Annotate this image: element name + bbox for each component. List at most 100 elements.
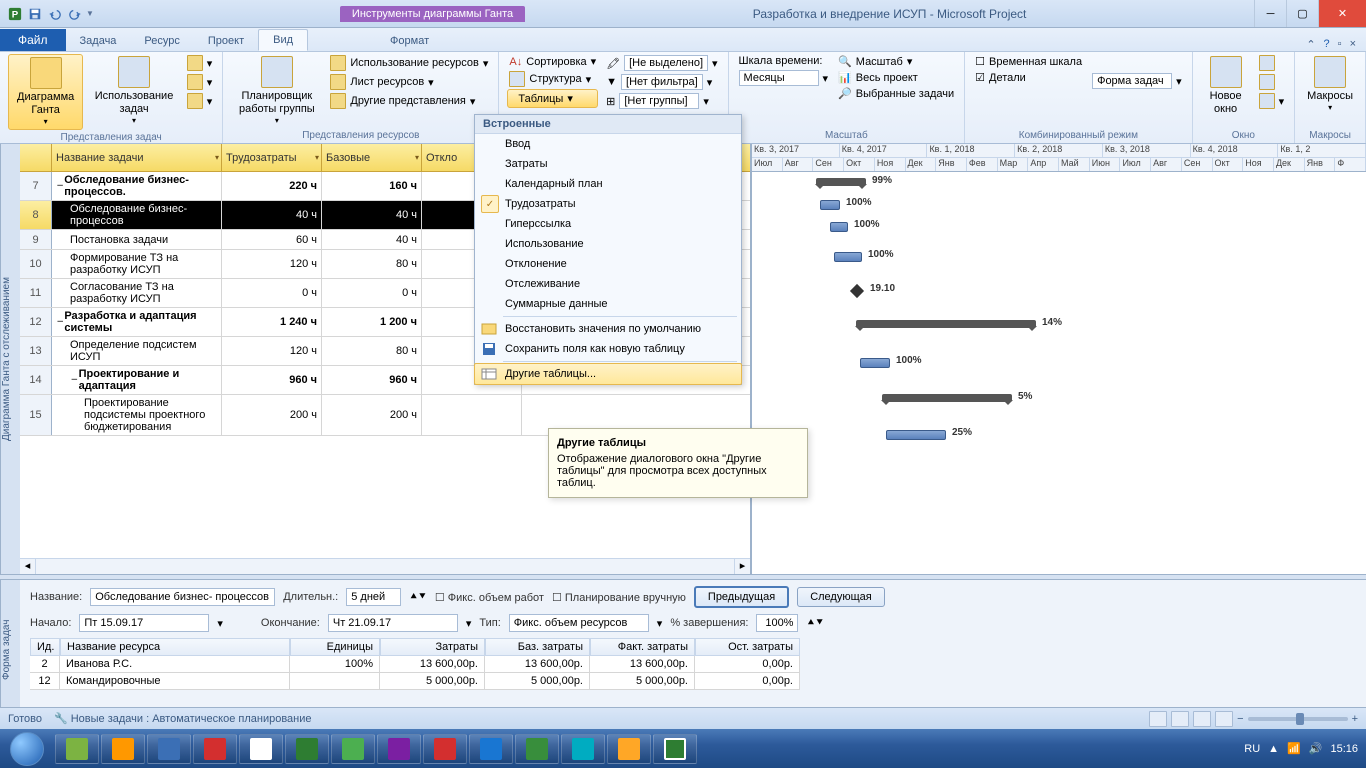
next-button[interactable]: Следующая xyxy=(797,587,885,607)
outline-button[interactable]: Структура ▾ xyxy=(507,70,598,88)
team-planner-button[interactable]: Планировщик работы группы▾ xyxy=(231,54,322,128)
network-diagram-button[interactable]: ▾ xyxy=(185,54,215,72)
view-tab[interactable]: Вид xyxy=(258,29,308,51)
macros-button[interactable]: Макросы▾ xyxy=(1303,54,1357,115)
rsrc-col-bcost[interactable]: Баз. затраты xyxy=(485,638,590,656)
help-icon[interactable]: ? xyxy=(1324,38,1330,51)
menu-item-more-tables[interactable]: Другие таблицы... xyxy=(474,363,742,385)
tray-time[interactable]: 15:16 xyxy=(1330,743,1358,755)
task-usage-button[interactable]: Использование задач▾ xyxy=(89,54,178,128)
previous-button[interactable]: Предыдущая xyxy=(694,586,789,608)
taskbar-app[interactable] xyxy=(423,734,467,764)
taskbar-app[interactable] xyxy=(193,734,237,764)
manual-schedule-checkbox[interactable]: ☐ Планирование вручную xyxy=(552,591,686,604)
menu-item-save-as[interactable]: Сохранить поля как новую таблицу xyxy=(475,339,741,359)
spinner-icon[interactable]: ⯅⯆ xyxy=(409,591,427,604)
hide-button[interactable] xyxy=(1257,73,1287,91)
taskbar-app[interactable] xyxy=(377,734,421,764)
rsrc-col-name[interactable]: Название ресурса xyxy=(60,638,290,656)
start-input[interactable] xyxy=(79,614,209,632)
other-res-views-button[interactable]: Другие представления ▾ xyxy=(328,92,490,110)
filter-combo[interactable]: ▼ [Нет фильтра] ▾ xyxy=(604,73,719,91)
task-tab[interactable]: Задача xyxy=(66,31,131,51)
taskbar-app[interactable] xyxy=(101,734,145,764)
close-doc-icon[interactable]: × xyxy=(1350,38,1356,51)
fixed-work-checkbox[interactable]: ☐ Фикс. объем работ xyxy=(435,591,544,604)
resource-usage-button[interactable]: Использование ресурсов ▾ xyxy=(328,54,490,72)
menu-item-usage[interactable]: Использование xyxy=(475,234,741,254)
menu-item-hyperlink[interactable]: Гиперссылка xyxy=(475,214,741,234)
new-window-button[interactable]: Новое окно xyxy=(1201,54,1251,118)
sort-button[interactable]: A↓ Сортировка ▾ xyxy=(507,54,598,69)
timeline-checkbox[interactable]: ☐ Временная шкала xyxy=(973,54,1084,69)
taskbar-app[interactable] xyxy=(55,734,99,764)
rsrc-col-rcost[interactable]: Ост. затраты xyxy=(695,638,800,656)
zoom-button[interactable]: 🔍 Масштаб ▾ xyxy=(836,54,956,69)
redo-icon[interactable] xyxy=(66,5,84,23)
rsrc-col-units[interactable]: Единицы xyxy=(290,638,380,656)
h-scrollbar[interactable] xyxy=(36,559,734,574)
gantt-chart-button[interactable]: Диаграмма Ганта▾ xyxy=(8,54,83,130)
taskbar-app[interactable] xyxy=(653,734,697,764)
spinner-icon[interactable]: ⯅⯆ xyxy=(806,617,824,630)
menu-item-schedule[interactable]: Календарный план xyxy=(475,174,741,194)
tray-network-icon[interactable]: 📶 xyxy=(1287,742,1301,755)
rsrc-col-id[interactable]: Ид. xyxy=(30,638,60,656)
highlight-combo[interactable]: 🖍 [Не выделено] ▾ xyxy=(604,54,719,72)
taskbar-app[interactable] xyxy=(239,734,283,764)
details-checkbox[interactable]: ☑ Детали xyxy=(973,70,1084,85)
menu-item-summary[interactable]: Суммарные данные xyxy=(475,294,741,314)
zoom-slider[interactable] xyxy=(1248,717,1348,721)
menu-item-tracking[interactable]: Отслеживание xyxy=(475,274,741,294)
group-combo[interactable]: ⊞ [Нет группы] ▾ xyxy=(604,92,719,110)
minimize-ribbon-icon[interactable]: ⌃ xyxy=(1306,38,1315,51)
name-input[interactable] xyxy=(90,588,275,606)
start-button[interactable] xyxy=(0,729,54,768)
maximize-button[interactable]: ▢ xyxy=(1286,0,1318,27)
undo-icon[interactable] xyxy=(46,5,64,23)
taskbar-app[interactable] xyxy=(285,734,329,764)
taskbar-app[interactable] xyxy=(561,734,605,764)
tray-flag-icon[interactable]: ▲ xyxy=(1268,743,1279,755)
finish-input[interactable] xyxy=(328,614,458,632)
project-icon[interactable]: P xyxy=(6,5,24,23)
menu-item-variance[interactable]: Отклонение xyxy=(475,254,741,274)
resource-row[interactable]: 2Иванова Р.С.100%13 600,00р.13 600,00р.1… xyxy=(30,656,1356,673)
project-tab[interactable]: Проект xyxy=(194,31,258,51)
view-sheet-icon[interactable] xyxy=(1215,711,1233,727)
taskbar-app[interactable] xyxy=(147,734,191,764)
menu-item-work[interactable]: Трудозатраты xyxy=(475,194,741,214)
type-combo[interactable]: Фикс. объем ресурсов xyxy=(509,614,649,632)
file-tab[interactable]: Файл xyxy=(0,29,66,51)
pct-input[interactable] xyxy=(756,614,798,632)
selected-tasks-button[interactable]: 🔎 Выбранные задачи xyxy=(836,86,956,101)
taskbar-app[interactable] xyxy=(515,734,559,764)
col-header-baseline[interactable]: Базовые▾ xyxy=(322,144,422,171)
tray-lang[interactable]: RU xyxy=(1244,743,1260,755)
rsrc-col-cost[interactable]: Затраты xyxy=(380,638,485,656)
rsrc-col-fcost[interactable]: Факт. затраты xyxy=(590,638,695,656)
other-task-views-button[interactable]: ▾ xyxy=(185,92,215,110)
resource-tab[interactable]: Ресурс xyxy=(130,31,193,51)
taskbar-app[interactable] xyxy=(607,734,651,764)
zoom-in-icon[interactable]: + xyxy=(1352,713,1358,725)
minimize-button[interactable]: ─ xyxy=(1254,0,1286,27)
zoom-out-icon[interactable]: − xyxy=(1237,713,1243,725)
format-tab[interactable]: Формат xyxy=(376,31,443,51)
tables-dropdown[interactable]: Таблицы ▾ xyxy=(507,89,598,108)
col-header-name[interactable]: Название задачи▾ xyxy=(52,144,222,171)
menu-item-entry[interactable]: Ввод xyxy=(475,134,741,154)
taskbar-app[interactable] xyxy=(469,734,513,764)
resource-sheet-button[interactable]: Лист ресурсов ▾ xyxy=(328,73,490,91)
menu-item-cost[interactable]: Затраты xyxy=(475,154,741,174)
col-header-work[interactable]: Трудозатраты▾ xyxy=(222,144,322,171)
close-button[interactable]: ✕ xyxy=(1318,0,1366,27)
scroll-left-icon[interactable]: ◂ xyxy=(20,559,36,574)
arrange-button[interactable] xyxy=(1257,54,1287,72)
split-button[interactable]: ▾ xyxy=(1257,92,1287,110)
save-icon[interactable] xyxy=(26,5,44,23)
timescale-combo[interactable]: Месяцы ▾ xyxy=(737,69,831,87)
entire-project-button[interactable]: 📊 Весь проект xyxy=(836,70,956,85)
menu-item-reset[interactable]: Восстановить значения по умолчанию xyxy=(475,319,741,339)
scroll-right-icon[interactable]: ▸ xyxy=(734,559,750,574)
